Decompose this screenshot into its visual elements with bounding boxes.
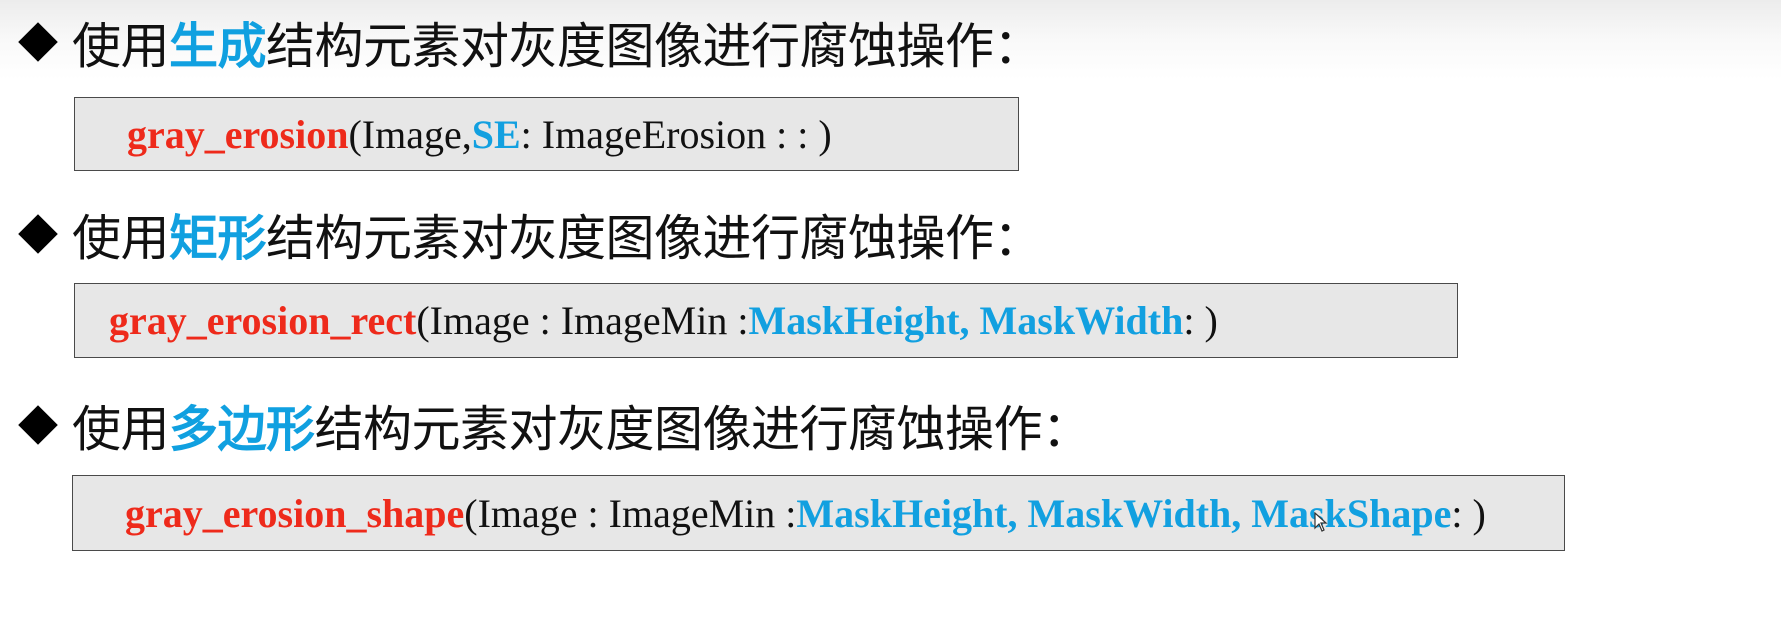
code-rest: : ImageErosion : : ) (520, 111, 832, 157)
code-open: (Image : ImageMin : (416, 298, 749, 343)
function-name: gray_erosion_rect (109, 298, 417, 343)
heading-keyword: 生成 (169, 17, 267, 75)
heading-prefix: 使用 (72, 209, 170, 267)
code-params: MaskHeight, MaskWidth (748, 298, 1184, 343)
code-params: SE (471, 111, 521, 157)
code-open: (Image : ImageMin : (464, 490, 797, 536)
code-rest: : ) (1451, 490, 1486, 536)
mouse-pointer-icon (1314, 511, 1328, 532)
diamond-bullet-icon (18, 22, 58, 62)
heading-suffix: 结构元素对灰度图像进行腐蚀操作： (314, 400, 1092, 458)
code-rest: : ) (1183, 298, 1218, 343)
code-open: (Image, (348, 111, 472, 157)
code-box-gray-erosion: gray_erosion (Image, SE : ImageErosion : … (74, 97, 1019, 171)
heading-prefix: 使用 (72, 400, 170, 458)
code-box-gray-erosion-rect: gray_erosion_rect (Image : ImageMin : Mas… (74, 283, 1458, 358)
section-1-heading: 使用 生成 结构元素对灰度图像进行腐蚀操作： (18, 10, 1043, 75)
diamond-bullet-icon (18, 405, 58, 445)
diamond-bullet-icon (18, 214, 58, 254)
heading-keyword: 多边形 (169, 400, 315, 458)
heading-prefix: 使用 (72, 17, 170, 75)
section-3-heading: 使用 多边形 结构元素对灰度图像进行腐蚀操作： (18, 393, 1091, 458)
code-box-gray-erosion-shape: gray_erosion_shape (Image : ImageMin : Ma… (72, 475, 1565, 551)
heading-suffix: 结构元素对灰度图像进行腐蚀操作： (266, 209, 1043, 267)
section-2-heading: 使用 矩形 结构元素对灰度图像进行腐蚀操作： (18, 202, 1043, 267)
function-name: gray_erosion (127, 111, 349, 157)
code-params: MaskHeight, MaskWidth, MaskShape (796, 490, 1452, 536)
heading-suffix: 结构元素对灰度图像进行腐蚀操作： (266, 17, 1043, 75)
function-name: gray_erosion_shape (125, 490, 465, 536)
heading-keyword: 矩形 (169, 209, 267, 267)
